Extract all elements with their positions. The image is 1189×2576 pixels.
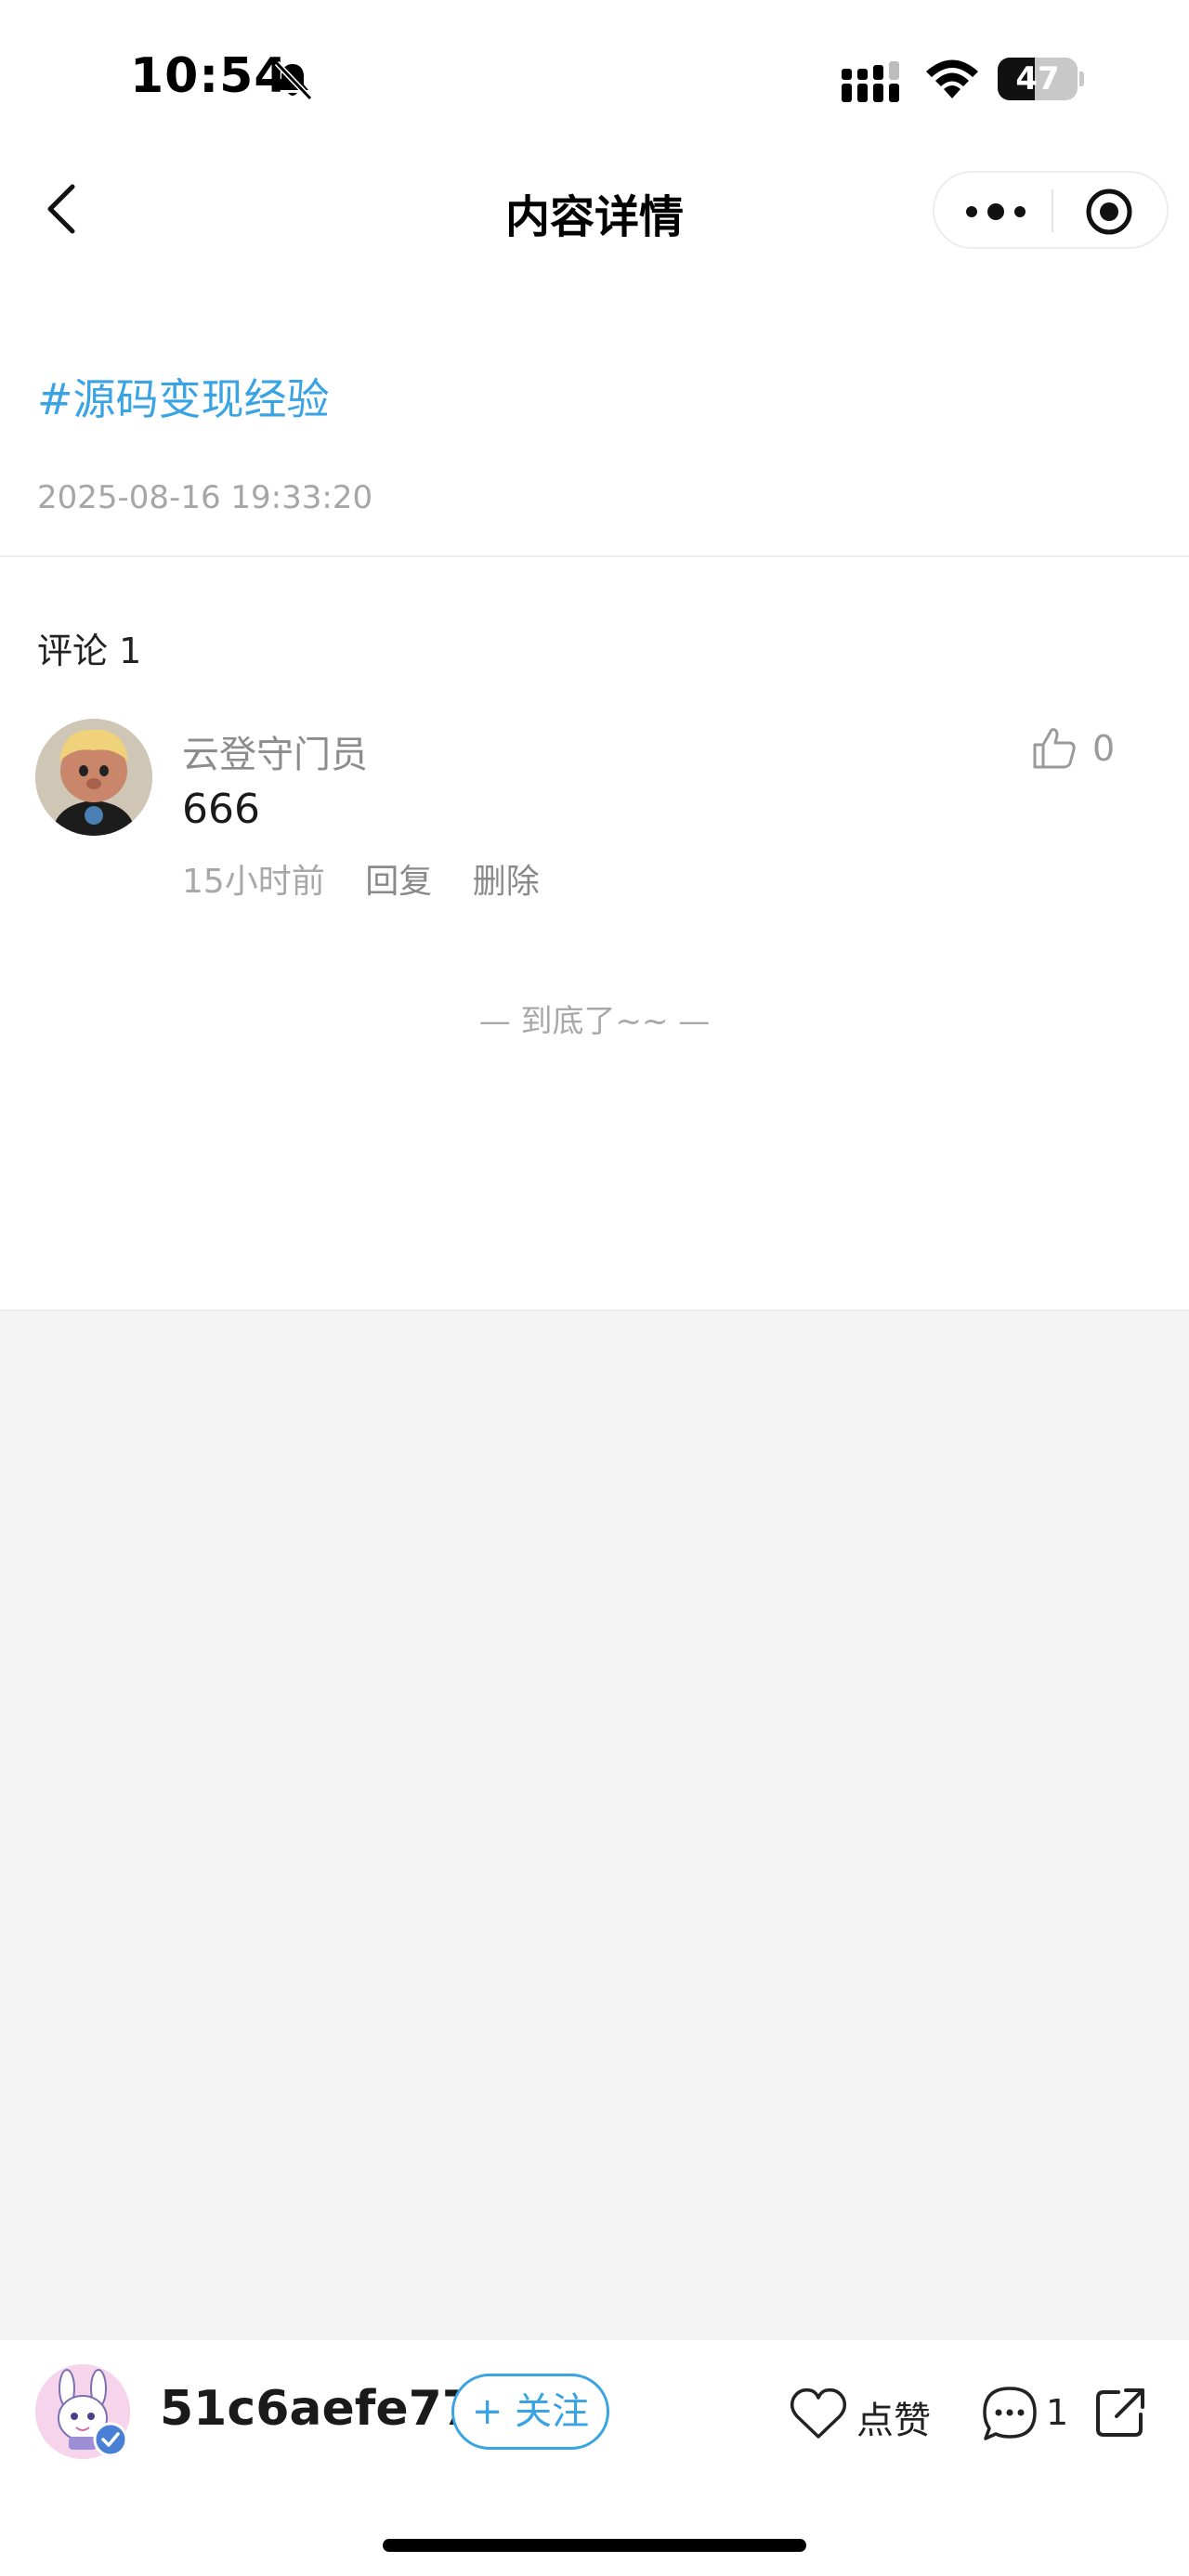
comment-text: 666 [182, 786, 260, 833]
battery-level: 47 [1015, 60, 1060, 98]
battery-icon: 47 [998, 58, 1084, 100]
comment-like-count: 0 [1092, 728, 1116, 769]
author-avatar[interactable] [35, 2364, 130, 2459]
comment-count: 1 [1046, 2392, 1069, 2433]
post-timestamp: 2025-08-16 19:33:20 [37, 479, 373, 516]
end-of-list-text: — 到底了~~ — [478, 1003, 711, 1040]
wifi-icon [926, 59, 978, 98]
section-divider [0, 555, 1189, 557]
heart-icon [790, 2387, 847, 2439]
status-bar: 10:54 47 [0, 0, 1189, 149]
like-label: 点赞 [856, 2400, 931, 2442]
empty-background [0, 1309, 1189, 2340]
miniprogram-capsule [933, 171, 1169, 249]
verified-badge-icon [93, 2422, 128, 2457]
topic-tag[interactable]: #源码变现经验 [37, 366, 330, 427]
reply-button[interactable]: 回复 [365, 863, 432, 901]
thumb-up-icon [1033, 728, 1076, 769]
share-icon[interactable] [1094, 2385, 1148, 2439]
avatar-image [35, 719, 152, 836]
comment-author[interactable]: 云登守门员 [182, 724, 368, 778]
nav-bar: 内容详情 [0, 149, 1189, 269]
close-target-icon[interactable] [1085, 188, 1133, 236]
comment-time: 15小时前 [182, 863, 325, 901]
more-icon[interactable] [962, 193, 1029, 230]
capsule-divider [1052, 189, 1053, 232]
signal-icon [842, 61, 899, 102]
follow-button[interactable]: + 关注 [451, 2374, 609, 2450]
author-username[interactable]: 51c6aefe77 [160, 2381, 476, 2437]
delete-button[interactable]: 删除 [473, 863, 540, 901]
comment-meta: 15小时前 回复 删除 [182, 854, 569, 903]
comments-heading: 评论 1 [37, 631, 142, 671]
status-time: 10:54 [130, 48, 289, 104]
bottom-action-bar: 51c6aefe77 + 关注 点赞 1 [0, 2340, 1189, 2489]
comment-button[interactable]: 1 [981, 2377, 1069, 2448]
comment-bubble-icon [983, 2387, 1037, 2440]
comment-item: 云登守门员 666 15小时前 回复 删除 0 [0, 715, 1189, 910]
comment-avatar[interactable] [35, 719, 152, 836]
home-indicator[interactable] [383, 2539, 806, 2552]
bell-mute-icon [274, 60, 313, 101]
